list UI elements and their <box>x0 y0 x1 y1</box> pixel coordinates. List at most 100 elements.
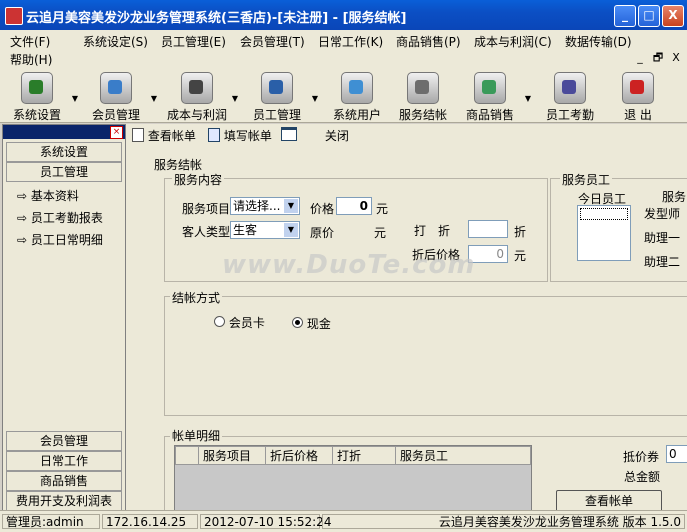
toolbar-label: 成本与利润 <box>166 108 227 122</box>
original-price-label: 原价 <box>310 226 335 240</box>
nav-system-settings[interactable]: 系统设置 <box>6 142 122 162</box>
toolbar-label: 员工考勤 <box>545 108 594 122</box>
nav-link-daily-detail[interactable]: ⇨ 员工日常明细 <box>17 231 103 248</box>
action-label: 关闭 <box>324 129 349 143</box>
toolbar-label: 系统设置 <box>12 108 61 122</box>
nav-product-sales[interactable]: 商品销售 <box>6 471 122 491</box>
list-focus-row[interactable] <box>580 208 628 220</box>
column-service-staff[interactable]: 服务员工 <box>395 446 531 465</box>
role-assistant-2: 助理二 <box>644 255 681 269</box>
close-action[interactable]: 关闭 <box>281 127 349 144</box>
action-label: 查看帐单 <box>147 129 196 143</box>
dropdown-arrow-icon[interactable]: ▼ <box>232 94 238 103</box>
discount-input[interactable] <box>468 220 508 238</box>
dropdown-arrow-icon[interactable]: ▼ <box>312 94 318 103</box>
menu-staff[interactable]: 员工管理(E) <box>161 33 226 50</box>
menu-member[interactable]: 会员管理(T) <box>240 33 305 50</box>
action-label: 填写帐单 <box>223 129 272 143</box>
discount-unit: 折 <box>514 225 527 239</box>
nav-member-management[interactable]: 会员管理 <box>6 431 122 451</box>
toolbar-cost-profit[interactable]: 成本与利润 ▼ <box>162 72 238 122</box>
title-bar: 云追月美容美发沙龙业务管理系统(三香店)-[未注册] - [服务结帐] _ □ … <box>0 0 687 30</box>
menu-product-sales[interactable]: 商品销售(P) <box>396 33 461 50</box>
dropdown-arrow-icon[interactable]: ▼ <box>72 94 78 103</box>
service-content-label: 服务内容 <box>172 171 225 188</box>
left-nav-panel: × 系统设置 员工管理 ⇨ 基本资料 ⇨ 员工考勤报表 ⇨ 员工日常明细 会员管… <box>2 124 126 512</box>
nav-link-attendance-report[interactable]: ⇨ 员工考勤报表 <box>17 209 103 226</box>
left-panel-header: × <box>3 125 125 139</box>
close-button[interactable]: X <box>662 5 684 27</box>
chevron-down-icon: ▼ <box>284 223 298 237</box>
service-checkout-icon <box>407 72 439 104</box>
toolbar: 系统设置 ▼ 会员管理 ▼ 成本与利润 ▼ 员工管理 ▼ 系统用户 服务结帐 商… <box>0 66 687 123</box>
bill-detail-table[interactable]: 服务项目 折后价格 打折 服务员工 <box>174 445 532 512</box>
service-item-label: 服务项目 <box>182 202 231 216</box>
toolbar-system-settings[interactable]: 系统设置 ▼ <box>2 72 78 122</box>
app-icon <box>5 7 23 25</box>
nav-link-label: 基本资料 <box>30 189 79 203</box>
arrow-right-icon: ⇨ <box>17 233 28 247</box>
main-content: 查看帐单 填写帐单 关闭 服务结帐 服务内容 服务项目 请选择... ▼ 价格 … <box>126 124 687 512</box>
maximize-button[interactable]: □ <box>638 5 660 27</box>
toolbar-attendance[interactable]: 员工考勤 <box>535 72 605 122</box>
exit-icon <box>622 72 654 104</box>
menu-cost-profit[interactable]: 成本与利润(C) <box>474 33 552 50</box>
service-item-select[interactable]: 请选择... ▼ <box>230 197 300 215</box>
view-bill-button[interactable]: 查看帐单 <box>556 490 662 512</box>
service-staff-label: 服务员工 <box>560 171 613 188</box>
toolbar-system-user[interactable]: 系统用户 <box>322 72 392 122</box>
menu-data-transfer[interactable]: 数据传输(D) <box>565 33 632 50</box>
cost-profit-icon <box>181 72 213 104</box>
toolbar-service-checkout[interactable]: 服务结帐 <box>388 72 458 122</box>
nav-link-label: 员工考勤报表 <box>30 211 103 225</box>
toolbar-label: 服务结帐 <box>398 108 447 122</box>
toolbar-product-sales[interactable]: 商品销售 ▼ <box>455 72 531 122</box>
arrow-right-icon: ⇨ <box>17 189 28 203</box>
nav-daily-work[interactable]: 日常工作 <box>6 451 122 471</box>
select-value: 请选择... <box>233 199 281 213</box>
toolbar-staff[interactable]: 员工管理 ▼ <box>242 72 318 122</box>
payment-method-label: 结帐方式 <box>170 289 223 306</box>
mdi-restore-button[interactable]: 🗗 <box>650 51 666 64</box>
toolbar-label: 会员管理 <box>91 108 140 122</box>
table-header-row: 服务项目 折后价格 打折 服务员工 <box>175 446 531 465</box>
bill-detail-label: 帐单明细 <box>170 427 223 444</box>
radio-button-selected[interactable] <box>292 317 303 328</box>
nav-link-basic-info[interactable]: ⇨ 基本资料 <box>17 187 79 204</box>
column-discount[interactable]: 打折 <box>332 446 396 465</box>
mdi-close-button[interactable]: X <box>668 51 684 64</box>
role-stylist: 发型师 <box>644 207 681 221</box>
radio-cash[interactable]: 现金 <box>292 315 331 332</box>
status-ip: 172.16.14.25 <box>102 514 198 529</box>
voucher-input[interactable]: 0 <box>666 445 687 463</box>
status-bar: 管理员:admin 172.16.14.25 2012-07-10 15:52:… <box>0 510 687 532</box>
dropdown-arrow-icon[interactable]: ▼ <box>525 94 531 103</box>
dropdown-arrow-icon[interactable]: ▼ <box>151 94 157 103</box>
menu-system-settings[interactable]: 系统设定(S) <box>83 33 148 50</box>
customer-type-select[interactable]: 生客 ▼ <box>230 221 300 239</box>
fill-bill-action[interactable]: 填写帐单 <box>208 127 272 144</box>
nav-expense-profit[interactable]: 费用开支及利润表 <box>6 491 122 511</box>
panel-close-icon[interactable]: × <box>110 126 123 139</box>
bill-table: 服务项目 折后价格 打折 服务员工 <box>175 446 531 465</box>
minimize-button[interactable]: _ <box>614 5 636 27</box>
column-after-discount[interactable]: 折后价格 <box>265 446 333 465</box>
price-label: 价格 <box>310 202 335 216</box>
toolbar-exit[interactable]: 退 出 <box>603 72 673 122</box>
mdi-minimize-button[interactable]: _ <box>632 51 648 64</box>
product-sales-icon <box>474 72 506 104</box>
toolbar-member[interactable]: 会员管理 ▼ <box>81 72 157 122</box>
original-price-unit: 元 <box>374 226 387 240</box>
price-input[interactable]: 0 <box>336 197 372 215</box>
column-service-item[interactable]: 服务项目 <box>198 446 266 465</box>
radio-label: 会员卡 <box>228 316 265 330</box>
nav-staff-management[interactable]: 员工管理 <box>6 162 122 182</box>
customer-type-label: 客人类型 <box>182 225 231 239</box>
role-assistant-1: 助理一 <box>644 231 681 245</box>
view-bill-action[interactable]: 查看帐单 <box>132 127 196 144</box>
menu-file[interactable]: 文件(F) <box>10 33 50 50</box>
today-staff-list[interactable] <box>577 205 631 261</box>
menu-daily-work[interactable]: 日常工作(K) <box>318 33 383 50</box>
radio-button[interactable] <box>214 316 225 327</box>
radio-member-card[interactable]: 会员卡 <box>214 314 265 331</box>
